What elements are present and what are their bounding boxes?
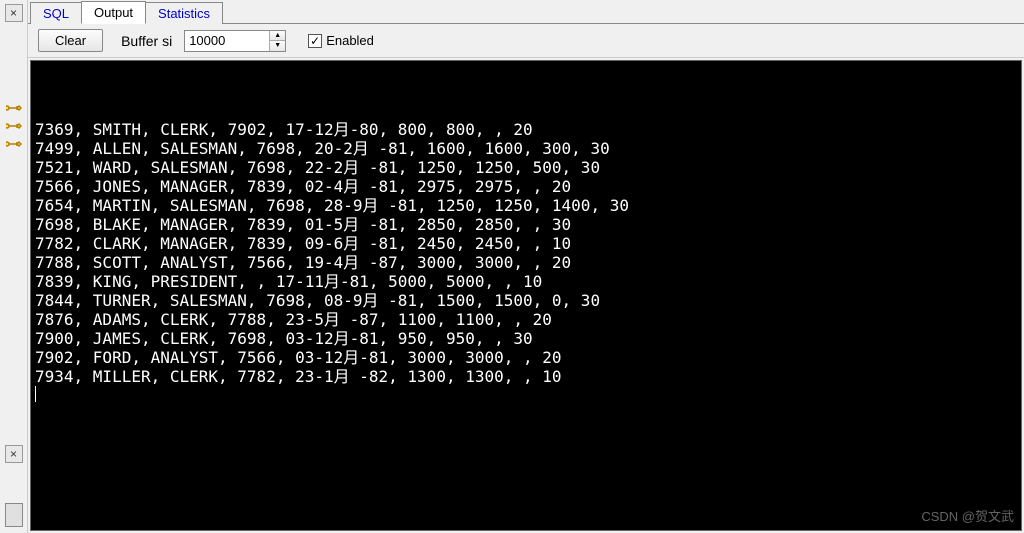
output-line: 7521, WARD, SALESMAN, 7698, 22-2月 -81, 1… [35, 158, 1017, 177]
left-gutter: × × [0, 0, 28, 533]
main-container: × × SQL Output Statistics Clear Buffer s… [0, 0, 1024, 533]
pin-icon-2[interactable] [3, 118, 25, 136]
output-line: 7902, FORD, ANALYST, 7566, 03-12月-81, 30… [35, 348, 1017, 367]
tab-sql[interactable]: SQL [30, 2, 82, 24]
panel-close-bottom-button[interactable]: × [5, 445, 23, 463]
spin-buttons: ▲ ▼ [269, 31, 285, 51]
tab-output[interactable]: Output [81, 1, 146, 24]
tab-bar: SQL Output Statistics [28, 0, 1024, 24]
content-column: SQL Output Statistics Clear Buffer si ▲ … [28, 0, 1024, 533]
output-line: 7566, JONES, MANAGER, 7839, 02-4月 -81, 2… [35, 177, 1017, 196]
output-line: 7844, TURNER, SALESMAN, 7698, 08-9月 -81,… [35, 291, 1017, 310]
enabled-label: Enabled [326, 33, 374, 48]
panel-close-top-button[interactable]: × [5, 4, 23, 22]
pin-icon-1[interactable] [3, 100, 25, 118]
spin-down-button[interactable]: ▼ [270, 41, 285, 51]
pin-icon-3[interactable] [3, 136, 25, 154]
output-line: 7934, MILLER, CLERK, 7782, 23-1月 -82, 13… [35, 367, 1017, 386]
tab-statistics[interactable]: Statistics [145, 2, 223, 24]
buffer-size-input[interactable] [185, 31, 269, 51]
spin-up-button[interactable]: ▲ [270, 31, 285, 42]
output-line: 7782, CLARK, MANAGER, 7839, 09-6月 -81, 2… [35, 234, 1017, 253]
clear-button[interactable]: Clear [38, 29, 103, 52]
buffer-size-spinbox[interactable]: ▲ ▼ [184, 30, 286, 52]
output-line: 7839, KING, PRESIDENT, , 17-11月-81, 5000… [35, 272, 1017, 291]
output-line: 7499, ALLEN, SALESMAN, 7698, 20-2月 -81, … [35, 139, 1017, 158]
buffer-size-label: Buffer si [121, 33, 172, 49]
output-line: 7698, BLAKE, MANAGER, 7839, 01-5月 -81, 2… [35, 215, 1017, 234]
output-toolbar: Clear Buffer si ▲ ▼ ✓ Enabled [28, 24, 1024, 58]
output-line: 7900, JAMES, CLERK, 7698, 03-12月-81, 950… [35, 329, 1017, 348]
text-cursor [35, 386, 36, 402]
enabled-checkbox-wrap: ✓ Enabled [308, 33, 374, 48]
output-console[interactable]: 7369, SMITH, CLERK, 7902, 17-12月-80, 800… [30, 60, 1022, 531]
panel-drag-handle[interactable] [5, 503, 23, 527]
enabled-checkbox[interactable]: ✓ [308, 34, 322, 48]
output-line: 7788, SCOTT, ANALYST, 7566, 19-4月 -87, 3… [35, 253, 1017, 272]
output-line: 7876, ADAMS, CLERK, 7788, 23-5月 -87, 110… [35, 310, 1017, 329]
output-line: 7654, MARTIN, SALESMAN, 7698, 28-9月 -81,… [35, 196, 1017, 215]
output-line: 7369, SMITH, CLERK, 7902, 17-12月-80, 800… [35, 120, 1017, 139]
